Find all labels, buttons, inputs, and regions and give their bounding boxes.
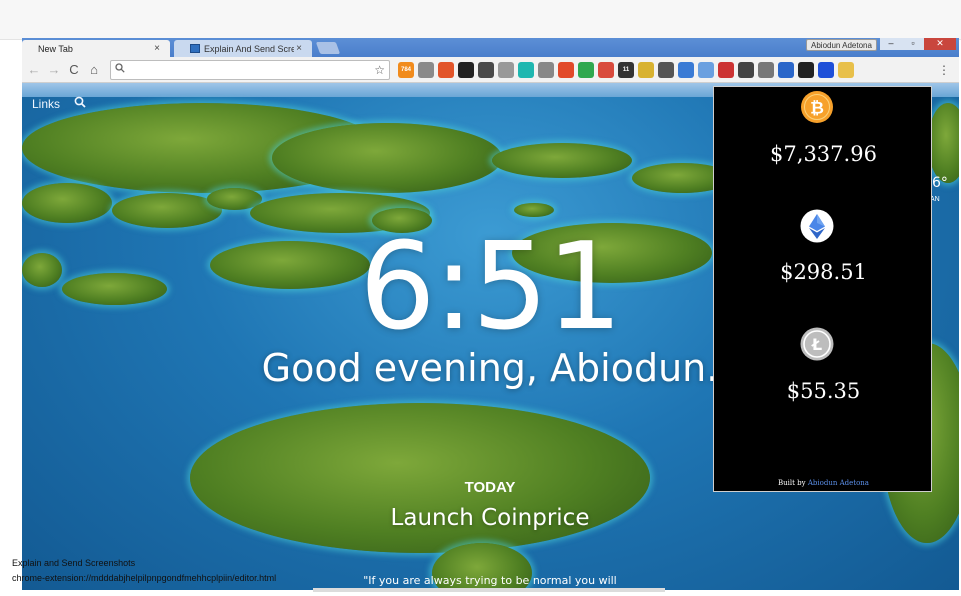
weather-temperature[interactable]: 6° [932,175,948,191]
browser-toolbar: ← → C ⌂ ☆ 784 11 ⋮ [22,57,959,83]
tab-new-tab[interactable]: New Tab × [22,40,170,57]
island [22,183,112,223]
ext-14-icon[interactable] [658,62,674,78]
tab-label: New Tab [38,43,73,54]
ext-18-icon[interactable] [738,62,754,78]
top-blank-area [0,0,961,40]
island [492,143,632,178]
maximize-button[interactable]: ▫ [902,38,924,50]
tab-strip: New Tab × Explain And Send Screen × Abio… [22,38,959,57]
ethereum-price: $298.51 [780,260,867,284]
search-icon[interactable] [74,96,86,108]
island [272,123,502,193]
back-icon[interactable]: ← [26,62,42,78]
status-url: chrome-extension://mdddabjhelpilpnpgondf… [12,573,277,583]
home-icon[interactable]: ⌂ [86,62,102,78]
coinprice-popup: ₿ $7,337.96 $298.51 Ł $55.35 Built by Ab… [713,86,932,492]
ext-21-icon[interactable] [798,62,814,78]
ext-7-icon[interactable] [518,62,534,78]
tab-explain-and-send[interactable]: Explain And Send Screen × [174,40,312,57]
ext-9-icon[interactable] [558,62,574,78]
tab-close-icon[interactable]: × [294,43,304,54]
address-input[interactable] [129,63,369,77]
ext-4-icon[interactable] [458,62,474,78]
bookmark-star-icon[interactable]: ☆ [374,63,385,77]
tab-favicon-icon [190,44,200,53]
status-title: Explain and Send Screenshots [12,558,136,568]
ext-23-icon[interactable] [838,62,854,78]
svg-text:Ł: Ł [811,335,822,354]
minimize-button[interactable]: – [880,38,902,50]
ext-2-icon[interactable] [418,62,434,78]
bitcoin-price: $7,337.96 [770,142,877,166]
forward-icon[interactable]: → [46,62,62,78]
ext-10-icon[interactable] [578,62,594,78]
address-bar[interactable]: ☆ [110,60,390,80]
ext-19-icon[interactable] [758,62,774,78]
status-overlay: Explain and Send Screenshots chrome-exte… [12,556,276,586]
ext-11-icon[interactable] [598,62,614,78]
links-button[interactable]: Links [32,97,60,111]
focus-task-text[interactable]: Launch Coinprice [22,505,958,531]
ext-8-icon[interactable] [538,62,554,78]
reload-icon[interactable]: C [66,62,82,78]
ext-15-icon[interactable] [678,62,694,78]
search-icon [115,63,125,73]
island [514,203,554,217]
svg-text:₿: ₿ [810,99,824,119]
author-link[interactable]: Abiodun Adetona [808,479,869,487]
bitcoin-icon: ₿ [801,91,833,123]
ext-17-icon[interactable] [718,62,734,78]
ext-6-icon[interactable] [498,62,514,78]
extension-icons-row: 784 11 [398,62,854,78]
ext-16-icon[interactable] [698,62,714,78]
ext-5-icon[interactable] [478,62,494,78]
ext-22-icon[interactable] [818,62,834,78]
rss-ext-icon[interactable]: 784 [398,62,414,78]
ext-20-icon[interactable] [778,62,794,78]
tab-label: Explain And Send Screen [204,43,294,54]
ext-12-icon[interactable]: 11 [618,62,634,78]
ext-3-icon[interactable] [438,62,454,78]
bottom-scroll-bar [313,588,665,592]
popup-footer: Built by Abiodun Adetona [714,479,933,487]
ethereum-icon [800,209,834,243]
footer-prefix: Built by [778,479,806,487]
menu-icon[interactable]: ⋮ [938,62,950,78]
tab-close-icon[interactable]: × [152,43,162,54]
ext-13-icon[interactable] [638,62,654,78]
profile-button[interactable]: Abiodun Adetona [806,39,877,51]
new-tab-button[interactable] [315,42,341,54]
close-window-button[interactable]: ✕ [924,38,956,50]
litecoin-icon: Ł [800,327,834,361]
litecoin-price: $55.35 [786,379,861,403]
